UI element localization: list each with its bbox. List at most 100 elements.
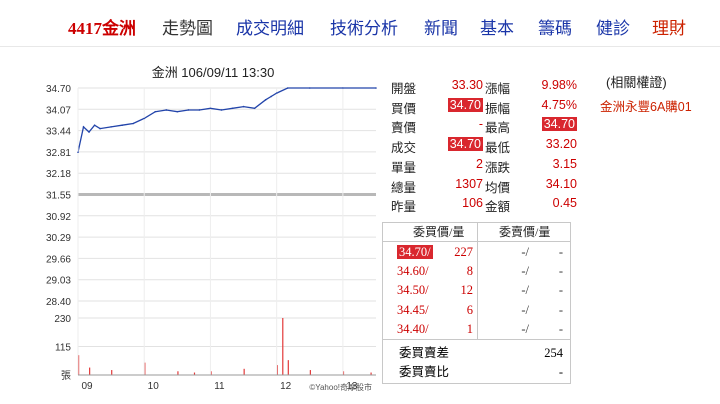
price-point (231, 107, 234, 110)
tab-chips[interactable]: 籌碼 (538, 14, 572, 39)
quote-total-volume-label: 總量 (391, 180, 417, 195)
bid-price-cell: 34.70/ (397, 243, 447, 262)
quote-high-value-cell: 34.70 (521, 117, 577, 132)
quote-ask-price-label: 賣價 (391, 121, 417, 136)
price-point (154, 110, 157, 113)
volume-bar (89, 367, 91, 375)
tab-technical-analysis[interactable]: 技術分析 (330, 14, 398, 39)
tab-trade-details[interactable]: 成交明細 (236, 14, 304, 39)
time-tick-label: 10 (148, 381, 160, 392)
ask-price: -/ (521, 283, 529, 298)
bid-price-cell: 34.40/ (397, 320, 447, 339)
price-point (176, 110, 179, 113)
price-point (88, 131, 90, 133)
bid-volume-cell: 12 (445, 281, 474, 300)
bid-price: 34.50/ (397, 283, 429, 298)
price-line (77, 87, 376, 153)
quote-prev-volume-value-cell: 106 (427, 196, 483, 210)
price-point (132, 122, 134, 125)
bid-price-cell: 34.50/ (397, 281, 447, 300)
tab-trend-chart[interactable]: 走勢圖 (162, 14, 213, 39)
ask-price: -/ (521, 245, 529, 259)
price-tick-label: 31.55 (46, 191, 71, 202)
ask-price-cell: -/ (493, 262, 529, 281)
bid-price: 34.70/ (397, 245, 433, 259)
price-point (99, 127, 101, 130)
price-tick-label: 29.03 (46, 276, 71, 287)
quote-low-value: 33.20 (545, 137, 577, 152)
quote-high-value: 34.70 (541, 117, 577, 132)
price-point (187, 109, 190, 111)
price-point (198, 109, 201, 111)
quote-open-label: 開盤 (391, 82, 417, 96)
bid-price-cell: 34.45/ (397, 301, 447, 320)
price-point (220, 109, 223, 111)
quote-amplitude-value-cell: 4.75% (521, 98, 577, 112)
quote-avg-price-label: 均價 (485, 180, 511, 195)
quote-low-value-cell: 33.20 (521, 137, 577, 151)
bid-volume: 1 (466, 321, 473, 336)
bid-volume-cell: 1 (445, 320, 473, 339)
bid-volume-cell: 6 (445, 301, 473, 320)
quote-last-trade-value: 34.70 (447, 137, 483, 152)
price-point (286, 87, 289, 89)
time-tick-label: 09 (81, 381, 93, 392)
quote-turnover-value: 0.45 (552, 196, 577, 211)
quote-ask-price-value-cell: - (427, 117, 483, 131)
price-point (77, 151, 79, 154)
quote-change-percent-label: 漲幅 (485, 82, 511, 96)
price-axis-ticks: 34.70 34.07 33.44 32.81 32.18 31.55 30.92 30.29… (46, 84, 71, 308)
bid-price: 34.45/ (397, 302, 429, 317)
volume-bar (309, 370, 311, 375)
price-point (270, 95, 272, 98)
quote-change-label: 漲跌 (485, 160, 511, 175)
ask-volume-cell: - (533, 243, 563, 262)
quote-avg-price-value: 34.10 (545, 176, 577, 191)
price-point (121, 124, 123, 126)
volume-bar (177, 371, 179, 375)
volume-grid (77, 317, 376, 376)
quote-turnover-value-cell: 0.45 (521, 196, 577, 210)
trend-chart: 金洲 106/09/11 13:30 34.7034.0733.4432.813… (46, 65, 377, 392)
bid-volume: 227 (454, 245, 473, 259)
chart-title: 金洲 106/09/11 13:30 (152, 65, 275, 80)
tab-finance[interactable]: 理財 (652, 14, 686, 39)
price-point (275, 92, 278, 94)
tab-health-check[interactable]: 健診 (596, 14, 630, 39)
top-nav: 4417金洲 走勢圖 成交明細 技術分析 新聞 基本 籌碼 健診 理財 (0, 14, 720, 40)
ask-price-cell: -/ (493, 320, 529, 339)
volume-tick-label: 230 (54, 314, 71, 325)
price-tick-label: 34.07 (46, 105, 71, 116)
ask-price: -/ (521, 321, 529, 336)
quote-bid-price-value-cell: 34.70 (427, 97, 483, 112)
bid-header: 委買價/量 (413, 225, 465, 239)
price-tick-label: 32.81 (46, 148, 71, 159)
quote-tick-volume-value-cell: 2 (427, 157, 483, 171)
quote-total-volume-value-cell: 1307 (427, 177, 483, 191)
ask-header: 委賣價/量 (499, 225, 551, 239)
price-point (110, 126, 112, 128)
quote-bid-price-value: 34.70 (447, 97, 483, 112)
volume-bar (282, 318, 284, 375)
tab-fundamentals[interactable]: 基本 (480, 14, 514, 39)
ask-volume: - (558, 321, 563, 336)
order-book: 委買價/量 委賣價/量 34.70/227 -/ - 34.60/8 -/ - 34.50/… (382, 222, 571, 384)
stock-title[interactable]: 4417金洲 (68, 14, 136, 39)
bid-price: 34.60/ (397, 264, 429, 279)
bid-price-cell: 34.60/ (397, 262, 447, 281)
bid-volume: 6 (466, 302, 473, 317)
quote-prev-volume-value: 106 (462, 196, 483, 211)
chart-credit: ©Yahoo!奇摩股市 (309, 382, 372, 392)
ask-volume: - (558, 302, 563, 317)
related-warrants: (相關權證) 金洲永豐6A購01 (600, 72, 692, 115)
quote-low-label: 最低 (485, 141, 511, 156)
time-tick-label: 11 (214, 381, 225, 392)
quote-amplitude-label: 振幅 (485, 101, 511, 116)
price-point (242, 105, 245, 108)
tab-news[interactable]: 新聞 (424, 14, 458, 39)
bid-ask-ratio-value: - (558, 365, 563, 379)
warrant-link[interactable]: 金洲永豐6A購01 (600, 96, 692, 115)
volume-bar (243, 368, 245, 375)
volume-axis-ticks: 230 115 張 (54, 314, 71, 382)
ask-price-cell: -/ (493, 243, 529, 262)
